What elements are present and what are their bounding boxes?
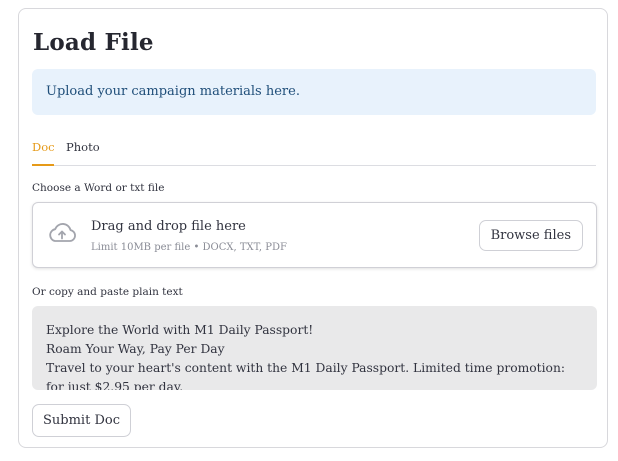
cloud-upload-icon (47, 222, 77, 244)
file-upload-label: Choose a Word or txt file (32, 182, 165, 194)
submit-doc-button[interactable]: Submit Doc (32, 404, 131, 437)
text-line: Travel to your heart's content with the … (46, 361, 566, 390)
plain-text-area[interactable]: Explore the World with M1 Daily Passport… (32, 306, 597, 390)
load-file-panel: Load File Upload your campaign materials… (18, 8, 608, 448)
text-line: Explore the World with M1 Daily Passport… (46, 323, 314, 337)
dropzone-limits: Limit 10MB per file • DOCX, TXT, PDF (91, 242, 287, 253)
file-dropzone[interactable]: Drag and drop file here Limit 10MB per f… (32, 202, 597, 268)
text-line: Roam Your Way, Pay Per Day (46, 342, 225, 356)
info-alert: Upload your campaign materials here. (32, 69, 596, 115)
text-input-label: Or copy and paste plain text (32, 286, 183, 298)
browse-files-button[interactable]: Browse files (478, 220, 583, 251)
dropzone-instructions: Drag and drop file here (91, 219, 246, 234)
tab-bar: Doc Photo (32, 135, 596, 166)
page-title: Load File (33, 29, 154, 56)
tab-doc[interactable]: Doc (32, 140, 55, 154)
tab-photo[interactable]: Photo (66, 140, 100, 154)
active-tab-indicator (32, 164, 54, 166)
info-alert-text: Upload your campaign materials here. (46, 84, 300, 99)
